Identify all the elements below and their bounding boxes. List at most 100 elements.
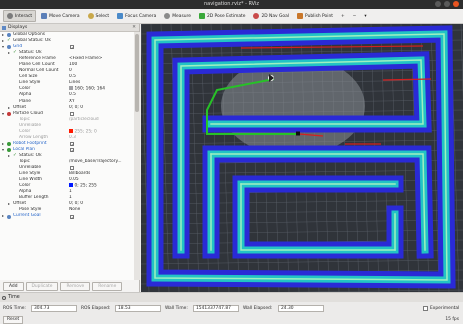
tool-move-camera[interactable]: Move Camera (38, 10, 82, 22)
close-button[interactable] (453, 1, 459, 7)
unreliable-checkbox[interactable] (70, 166, 74, 171)
status-bar: Reset 15 fps (0, 315, 463, 324)
value-text: None (69, 207, 81, 213)
arrow-tool-button[interactable]: ▾ (361, 10, 369, 22)
publish-point-icon (297, 13, 304, 19)
display-row-key: Current Goal (13, 213, 41, 219)
scrollbar-thumb[interactable] (135, 34, 139, 112)
minus-tool-button[interactable]: − (350, 10, 360, 22)
clock-icon (2, 295, 6, 300)
value-text: 0.5 (69, 74, 76, 80)
tool-label: Select (95, 13, 110, 19)
window-controls (435, 1, 459, 7)
displays-header: Displays ✕ (0, 24, 139, 32)
remove-button[interactable]: Remove (60, 281, 91, 291)
enable-checkbox[interactable]: ✓ (70, 45, 74, 50)
displays-tree: ▸ Global Options ▸ ✓ Global Status: Ok ▾ Grid ✓… (0, 32, 134, 280)
tool-label: Measure (172, 13, 191, 19)
display-row-current-goal[interactable]: ▸ Current Goal ✓ (0, 213, 134, 219)
value-text: <Fixed Frame> (69, 56, 103, 62)
value-text: 1 (69, 189, 72, 195)
duplicate-button[interactable]: Duplicate (25, 281, 59, 291)
tool-label: 2D Nav Goal (261, 13, 290, 19)
displays-icon (2, 26, 6, 30)
tool-select[interactable]: Select (85, 10, 113, 22)
tool-label: Interact (15, 13, 33, 19)
display-type-icon (7, 142, 11, 147)
tool-pose-estimate[interactable]: 2D Pose Estimate (196, 10, 249, 22)
color-swatch[interactable] (69, 128, 73, 133)
select-icon (87, 13, 94, 19)
value-text: 0; 0; 0 (69, 104, 83, 110)
display-type-icon (7, 111, 11, 116)
focus-camera-icon (117, 13, 124, 19)
time-header: Time (0, 293, 463, 302)
3d-view[interactable] (141, 24, 463, 292)
tool-nav-goal[interactable]: 2D Nav Goal (250, 10, 292, 22)
tool-label: Move Camera (49, 13, 80, 19)
nav-goal-icon (253, 13, 260, 19)
displays-title: Displays (8, 25, 28, 30)
value-text: 1 (69, 195, 72, 201)
ros-elapsed-label: ROS Elapsed: (81, 306, 111, 311)
wall-elapsed-label: Wall Elapsed: (243, 306, 273, 311)
add-button[interactable]: Add (3, 281, 24, 291)
map-canvas[interactable] (141, 24, 463, 292)
maximize-button[interactable] (444, 1, 450, 7)
color-swatch[interactable] (69, 86, 73, 91)
display-type-icon (7, 148, 11, 153)
value-text: 0; 0; 0 (69, 201, 83, 207)
experimental-label: Experimental (430, 306, 460, 311)
displays-panel: Displays ✕ ▸ Global Options ▸ ✓ Global Statu… (0, 24, 140, 292)
window-title: navigation.rviz* - RViz (203, 1, 260, 7)
value-text: 100 (69, 62, 78, 68)
enable-checkbox[interactable]: ✓ (70, 148, 74, 152)
close-icon[interactable]: ✕ (132, 24, 136, 32)
tool-label: 2D Pose Estimate (206, 13, 246, 19)
enable-checkbox[interactable]: ✓ (70, 142, 74, 146)
value-text: /particlecloud (69, 116, 99, 122)
enable-checkbox[interactable]: ✓ (70, 214, 74, 219)
tool-focus-camera[interactable]: Focus Camera (114, 10, 159, 22)
tool-publish-point[interactable]: Publish Point (294, 10, 336, 22)
displays-scrollbar[interactable] (134, 32, 140, 280)
value-text: 0.3 (69, 134, 76, 140)
move-camera-icon (41, 13, 48, 19)
time-title: Time (8, 295, 20, 300)
minimize-button[interactable] (435, 1, 441, 7)
display-type-icon (7, 214, 11, 219)
value-text: 0; 25; 255 (74, 183, 97, 189)
time-panel: Time ROS Time: 304.73 ROS Elapsed: 18.53… (0, 292, 463, 324)
experimental-checkbox[interactable] (423, 306, 428, 311)
window-titlebar: navigation.rviz* - RViz (0, 0, 463, 9)
wall-time-label: Wall Time: (165, 306, 188, 311)
value-text: 0 (69, 68, 72, 74)
color-swatch[interactable] (69, 183, 73, 188)
value-text: 160; 160; 164 (74, 86, 106, 92)
value-text: /move_base/Trajectory... (69, 158, 122, 164)
reset-button[interactable]: Reset (3, 316, 24, 324)
displays-buttons: Add Duplicate Remove Rename (0, 280, 140, 292)
enable-checkbox[interactable] (70, 111, 74, 116)
value-text: XY (69, 98, 75, 104)
tool-measure[interactable]: Measure (161, 10, 194, 22)
ros-time-label: ROS Time: (3, 306, 26, 311)
robot-footprint (296, 131, 300, 136)
plus-tool-button[interactable]: + (338, 10, 348, 22)
pose-estimate-icon (198, 13, 205, 19)
display-type-icon (7, 45, 11, 50)
chevron-right-icon[interactable]: ▸ (2, 213, 4, 219)
rename-button[interactable]: Rename (92, 281, 123, 291)
tools-toolbar: Interact Move Camera Select Focus Camera Mea… (0, 9, 463, 24)
value-text: Billboards (69, 171, 91, 177)
value-text: 0.5 (69, 92, 76, 98)
tool-interact[interactable]: Interact (3, 10, 37, 22)
wall-elapsed-field[interactable]: 24.30 (278, 305, 324, 312)
wall-time-field[interactable]: 1541337747.87 (193, 305, 239, 312)
ros-time-field[interactable]: 304.73 (31, 305, 77, 312)
ros-elapsed-field[interactable]: 18.53 (115, 305, 161, 312)
value-text: 255; 25; 0 (74, 129, 97, 135)
measure-icon (164, 13, 171, 19)
interact-icon (7, 13, 13, 19)
value-text: Lines (69, 80, 81, 86)
